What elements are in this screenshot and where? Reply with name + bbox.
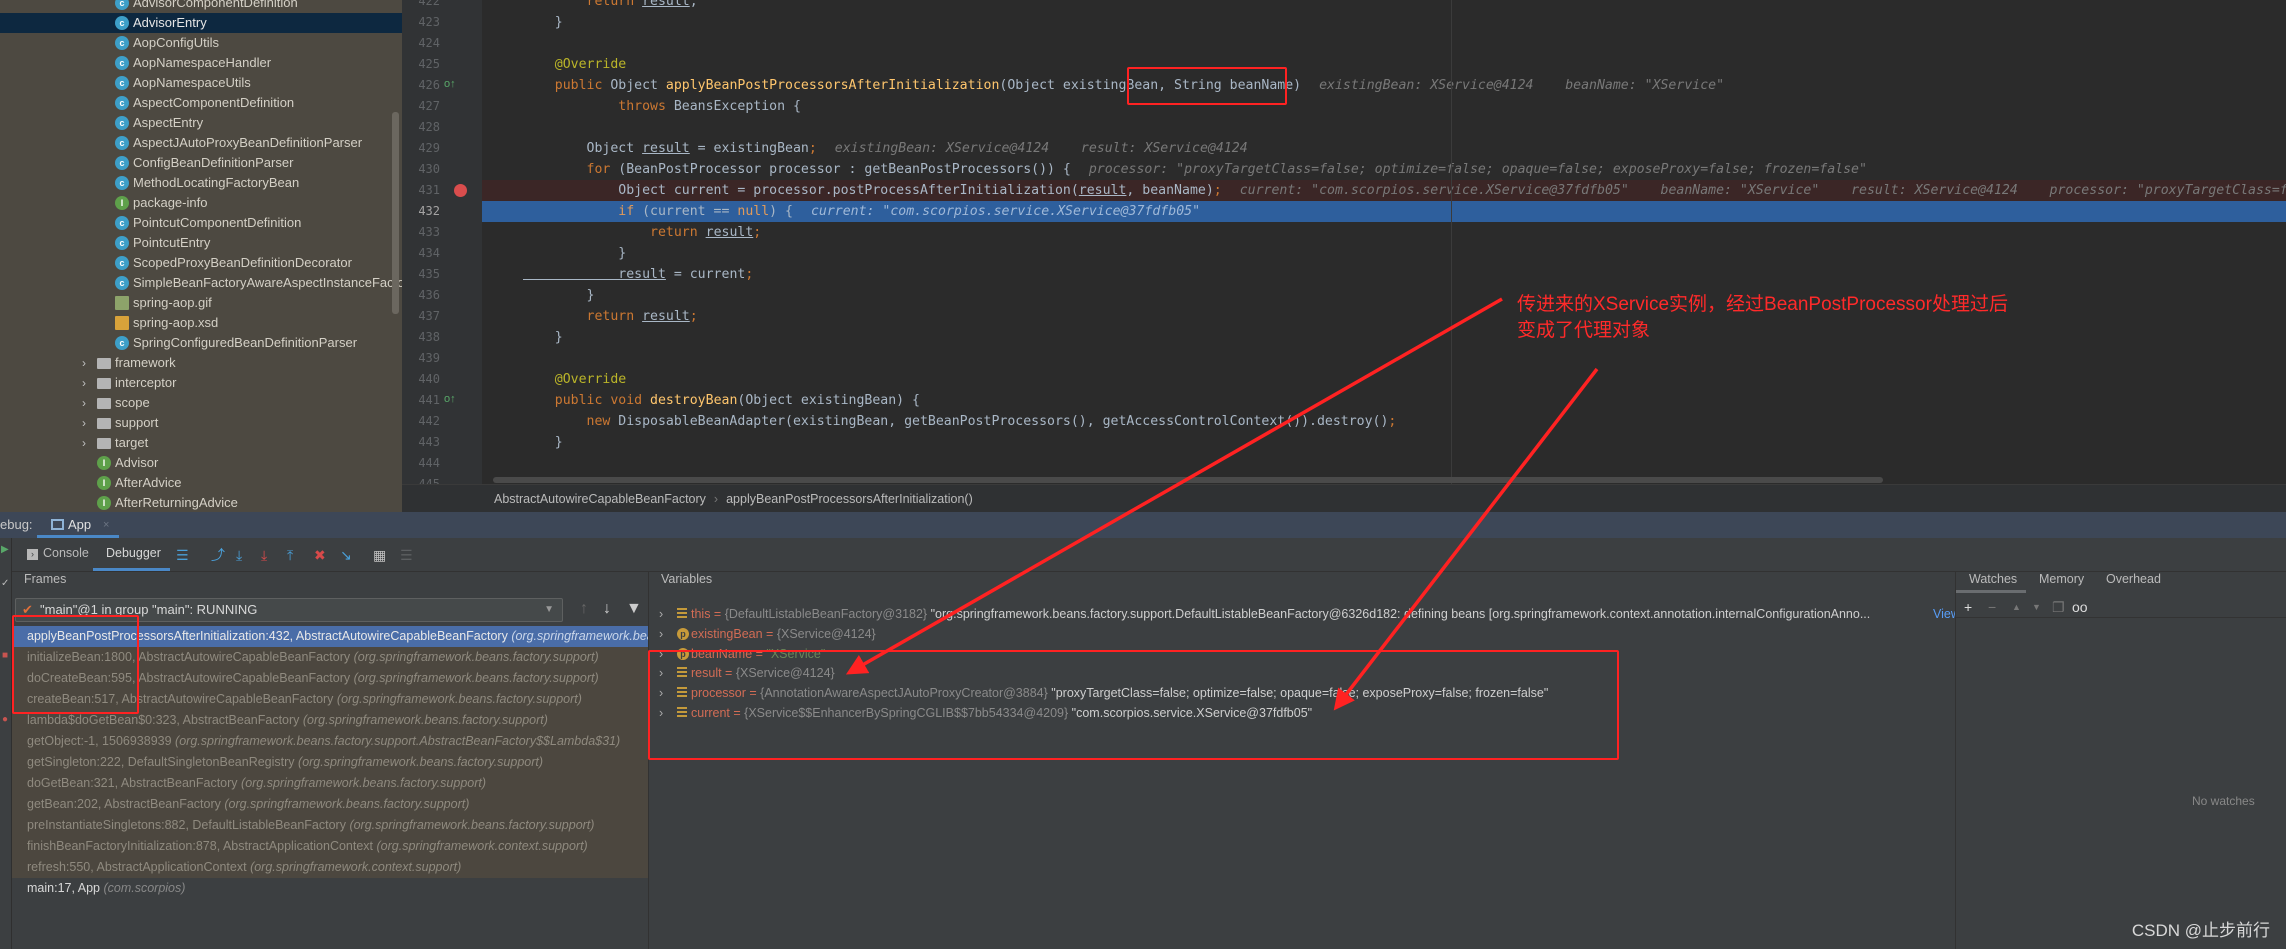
arrow-to-current	[1333, 367, 1599, 711]
annotation-arrows	[845, 297, 1599, 711]
arrow-to-result	[845, 297, 1503, 675]
annotation-line-1: 传进来的XService实例，经过BeanPostProcessor处理过后	[1517, 294, 2008, 315]
watermark: CSDN @止步前行	[2131, 921, 2270, 940]
annotation-line-2: 变成了代理对象	[1517, 320, 1651, 341]
